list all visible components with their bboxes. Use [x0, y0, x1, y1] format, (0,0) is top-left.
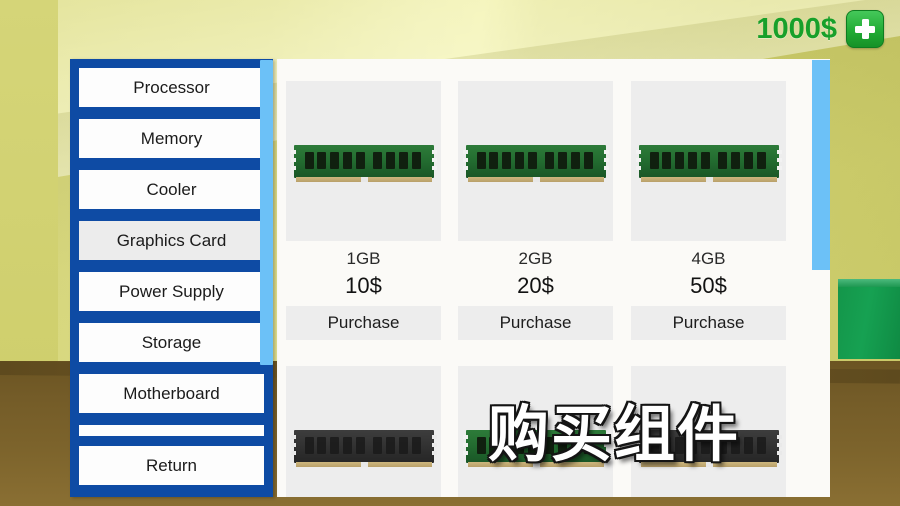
product-image: [458, 81, 613, 241]
ram-module-green-icon: [462, 144, 609, 182]
sidebar-item-graphics-card[interactable]: Graphics Card: [79, 221, 264, 260]
sidebar-item-storage[interactable]: Storage: [79, 323, 264, 362]
sidebar-item-processor[interactable]: Processor: [79, 68, 264, 107]
purchase-button[interactable]: Purchase: [286, 306, 441, 340]
product-price: 20$: [517, 273, 554, 298]
purchase-button[interactable]: Purchase: [458, 306, 613, 340]
sidebar-divider: [79, 425, 264, 436]
sidebar-item-memory[interactable]: Memory: [79, 119, 264, 158]
purchase-button[interactable]: Purchase: [631, 306, 786, 340]
sidebar-item-motherboard[interactable]: Motherboard: [79, 374, 264, 413]
ram-module-black-icon: [290, 429, 437, 467]
shop-panel-scrollbar[interactable]: [812, 60, 830, 270]
ram-module-green-icon: [290, 144, 437, 182]
product-title: 2GB: [518, 249, 553, 268]
product-title: 1GB: [346, 249, 381, 268]
product-card: [286, 366, 441, 497]
product-title: 4GB: [691, 249, 726, 268]
product-image: [286, 366, 441, 497]
product-image: [631, 81, 786, 241]
money-amount-label: 1000$: [756, 12, 837, 45]
caption-overlay-text: 购买组件: [488, 399, 741, 470]
category-menu-scrollbar[interactable]: [260, 60, 273, 365]
product-card: 4GB 50$ Purchase: [631, 81, 786, 340]
product-card: 1GB 10$ Purchase: [286, 81, 441, 340]
plus-icon: [854, 18, 876, 40]
category-menu: Processor Memory Cooler Graphics Card Power …: [70, 59, 273, 497]
green-crate: [838, 287, 900, 359]
ram-module-green-icon: [635, 144, 782, 182]
sidebar-item-power-supply[interactable]: Power Supply: [79, 272, 264, 311]
product-price: 50$: [690, 273, 727, 298]
sidebar-item-cooler[interactable]: Cooler: [79, 170, 264, 209]
product-price: 10$: [345, 273, 382, 298]
money-hud: 1000$: [756, 10, 884, 48]
product-card: 2GB 20$ Purchase: [458, 81, 613, 340]
product-image: [286, 81, 441, 241]
sidebar-item-return[interactable]: Return: [79, 446, 264, 485]
add-money-button[interactable]: [846, 10, 884, 48]
wall-left-column: [0, 0, 58, 368]
